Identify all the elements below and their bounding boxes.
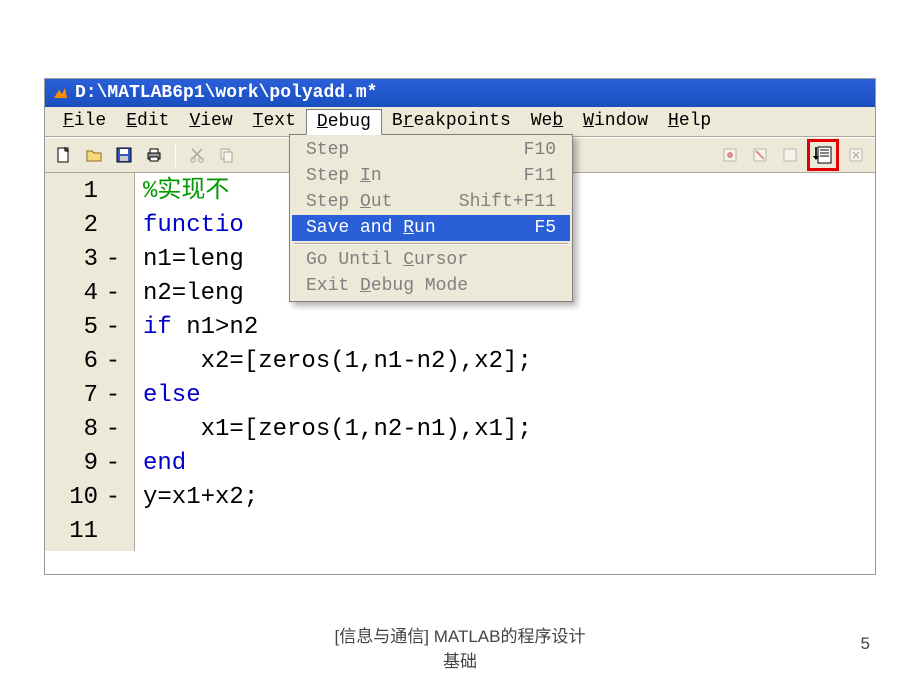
debug-exit-debug-mode[interactable]: Exit Debug Mode xyxy=(292,273,570,299)
debug-dropdown: Step F10 Step In F11 Step Out Shift+F11 … xyxy=(289,134,573,302)
code-line[interactable]: y=x1+x2; xyxy=(143,481,867,515)
print-icon[interactable] xyxy=(141,142,167,168)
debug-step-out[interactable]: Step Out Shift+F11 xyxy=(292,189,570,215)
menu-web[interactable]: Web xyxy=(521,109,573,134)
menu-view[interactable]: View xyxy=(179,109,242,134)
line-number: 7- xyxy=(51,379,128,413)
code-line[interactable]: end xyxy=(143,447,867,481)
line-number: 3- xyxy=(51,243,128,277)
code-line[interactable]: if n1>n2 xyxy=(143,311,867,345)
copy-icon[interactable] xyxy=(214,142,240,168)
line-number: 4- xyxy=(51,277,128,311)
code-line[interactable]: x1=[zeros(1,n2-n1),x1]; xyxy=(143,413,867,447)
clear-breakpoint-icon[interactable] xyxy=(747,142,773,168)
menu-separator xyxy=(294,243,568,245)
new-file-icon[interactable] xyxy=(51,142,77,168)
code-line[interactable] xyxy=(143,515,867,549)
debug-save-and-run[interactable]: Save and Run F5 xyxy=(292,215,570,241)
toolbar-separator xyxy=(175,143,176,167)
page-number: 5 xyxy=(861,634,870,654)
menu-edit[interactable]: Edit xyxy=(116,109,179,134)
code-line[interactable]: else xyxy=(143,379,867,413)
line-number-gutter: 123-4-5-6-7-8-9-10-11 xyxy=(45,173,135,551)
line-number: 1 xyxy=(51,175,128,209)
line-number: 9- xyxy=(51,447,128,481)
open-file-icon[interactable] xyxy=(81,142,107,168)
title-path: D:\MATLAB6p1\work\polyadd.m* xyxy=(75,83,377,103)
line-number: 8- xyxy=(51,413,128,447)
debug-go-until-cursor[interactable]: Go Until Cursor xyxy=(292,247,570,273)
titlebar: D:\MATLAB6p1\work\polyadd.m* xyxy=(45,79,875,107)
menu-breakpoints[interactable]: Breakpoints xyxy=(382,109,521,134)
set-breakpoint-icon[interactable] xyxy=(717,142,743,168)
cut-icon[interactable] xyxy=(184,142,210,168)
code-line[interactable]: x2=[zeros(1,n1-n2),x2]; xyxy=(143,345,867,379)
menu-text[interactable]: Text xyxy=(243,109,306,134)
app-icon xyxy=(51,84,69,102)
exit-debug-icon[interactable] xyxy=(843,142,869,168)
menu-file[interactable]: File xyxy=(53,109,116,134)
slide-footer: [信息与通信] MATLAB的程序设计 基础 xyxy=(0,622,920,672)
line-number: 6- xyxy=(51,345,128,379)
menubar: File Edit View Text Debug Breakpoints We… xyxy=(45,107,875,137)
line-number: 11 xyxy=(51,515,128,549)
step-icon[interactable] xyxy=(777,142,803,168)
line-number: 10- xyxy=(51,481,128,515)
save-and-run-icon[interactable] xyxy=(810,142,836,168)
debug-step-in[interactable]: Step In F11 xyxy=(292,163,570,189)
menu-debug[interactable]: Debug xyxy=(306,109,382,135)
save-icon[interactable] xyxy=(111,142,137,168)
menu-help[interactable]: Help xyxy=(658,109,721,134)
line-number: 5- xyxy=(51,311,128,345)
debug-step[interactable]: Step F10 xyxy=(292,137,570,163)
save-and-run-highlight xyxy=(807,139,839,171)
menu-window[interactable]: Window xyxy=(573,109,658,134)
line-number: 2 xyxy=(51,209,128,243)
matlab-editor-window: D:\MATLAB6p1\work\polyadd.m* File Edit V… xyxy=(44,78,876,575)
